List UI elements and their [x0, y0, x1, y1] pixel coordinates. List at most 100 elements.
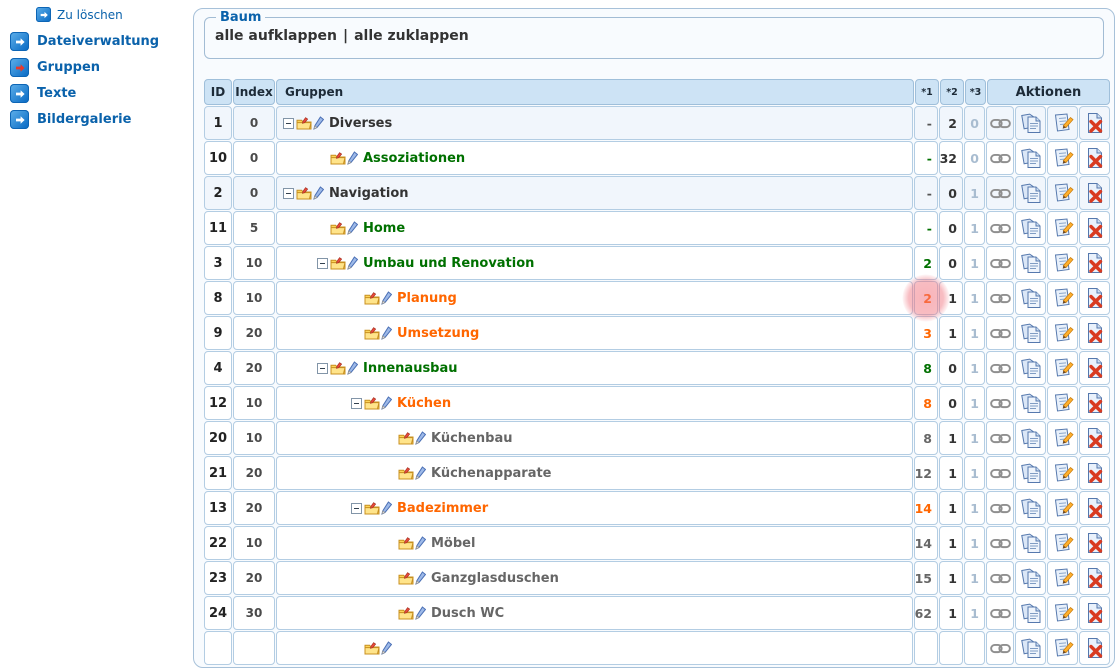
delete-action-button[interactable]: [1079, 421, 1110, 455]
link-action-button[interactable]: [986, 456, 1014, 490]
edit-action-button[interactable]: [1047, 421, 1078, 455]
copy-action-button[interactable]: [1015, 491, 1046, 525]
edit-action-button[interactable]: [1047, 631, 1078, 665]
folder-icon[interactable]: [330, 151, 346, 165]
copy-action-button[interactable]: [1015, 596, 1046, 630]
collapse-toggle-icon[interactable]: [351, 502, 362, 514]
delete-action-button[interactable]: [1079, 491, 1110, 525]
folder-icon[interactable]: [330, 256, 346, 270]
edit-action-button[interactable]: [1047, 316, 1078, 350]
edit-action-button[interactable]: [1047, 106, 1078, 140]
sidebar-item-dateiverwaltung[interactable]: Dateiverwaltung: [10, 32, 159, 51]
link-action-button[interactable]: [986, 596, 1014, 630]
delete-action-button[interactable]: [1079, 351, 1110, 385]
folder-icon[interactable]: [364, 501, 380, 515]
expand-all-link[interactable]: alle aufklappen: [215, 28, 337, 44]
sidebar-item-texte[interactable]: Texte: [10, 84, 76, 103]
pen-icon[interactable]: [381, 291, 392, 305]
copy-action-button[interactable]: [1015, 561, 1046, 595]
group-label[interactable]: Innenausbau: [363, 361, 458, 376]
edit-action-button[interactable]: [1047, 561, 1078, 595]
pen-icon[interactable]: [381, 641, 392, 655]
delete-action-button[interactable]: [1079, 211, 1110, 245]
pen-icon[interactable]: [415, 431, 426, 445]
link-action-button[interactable]: [986, 141, 1014, 175]
group-label[interactable]: Küchenapparate: [431, 466, 552, 481]
edit-action-button[interactable]: [1047, 281, 1078, 315]
pen-icon[interactable]: [313, 116, 324, 130]
group-label[interactable]: Küchen: [397, 396, 451, 411]
link-action-button[interactable]: [986, 386, 1014, 420]
link-action-button[interactable]: [986, 351, 1014, 385]
delete-action-button[interactable]: [1079, 526, 1110, 560]
group-label[interactable]: Möbel: [431, 536, 475, 551]
copy-action-button[interactable]: [1015, 351, 1046, 385]
folder-icon[interactable]: [364, 326, 380, 340]
folder-icon[interactable]: [398, 606, 414, 620]
edit-action-button[interactable]: [1047, 596, 1078, 630]
link-action-button[interactable]: [986, 631, 1014, 665]
link-action-button[interactable]: [986, 561, 1014, 595]
edit-action-button[interactable]: [1047, 246, 1078, 280]
group-label[interactable]: Assoziationen: [363, 151, 465, 166]
link-action-button[interactable]: [986, 106, 1014, 140]
link-action-button[interactable]: [986, 281, 1014, 315]
delete-action-button[interactable]: [1079, 246, 1110, 280]
group-label[interactable]: Planung: [397, 291, 457, 306]
copy-action-button[interactable]: [1015, 631, 1046, 665]
delete-action-button[interactable]: [1079, 176, 1110, 210]
pen-icon[interactable]: [415, 536, 426, 550]
pen-icon[interactable]: [347, 151, 358, 165]
copy-action-button[interactable]: [1015, 246, 1046, 280]
copy-action-button[interactable]: [1015, 141, 1046, 175]
pen-icon[interactable]: [347, 221, 358, 235]
copy-action-button[interactable]: [1015, 526, 1046, 560]
delete-action-button[interactable]: [1079, 456, 1110, 490]
copy-action-button[interactable]: [1015, 386, 1046, 420]
folder-icon[interactable]: [330, 361, 346, 375]
folder-icon[interactable]: [296, 116, 312, 130]
pen-icon[interactable]: [381, 396, 392, 410]
collapse-all-link[interactable]: alle zuklappen: [354, 28, 469, 44]
sidebar-item-bildergalerie[interactable]: Bildergalerie: [10, 110, 131, 129]
folder-icon[interactable]: [364, 291, 380, 305]
edit-action-button[interactable]: [1047, 351, 1078, 385]
group-label[interactable]: Dusch WC: [431, 606, 504, 621]
delete-action-button[interactable]: [1079, 106, 1110, 140]
edit-action-button[interactable]: [1047, 141, 1078, 175]
folder-icon[interactable]: [364, 396, 380, 410]
delete-action-button[interactable]: [1079, 631, 1110, 665]
group-label[interactable]: Küchenbau: [431, 431, 512, 446]
copy-action-button[interactable]: [1015, 456, 1046, 490]
pen-icon[interactable]: [381, 501, 392, 515]
link-action-button[interactable]: [986, 246, 1014, 280]
collapse-toggle-icon[interactable]: [283, 187, 294, 199]
group-label[interactable]: Diverses: [329, 116, 392, 131]
copy-action-button[interactable]: [1015, 316, 1046, 350]
group-label[interactable]: Ganzglasduschen: [431, 571, 559, 586]
link-action-button[interactable]: [986, 526, 1014, 560]
pen-icon[interactable]: [415, 606, 426, 620]
pen-icon[interactable]: [415, 466, 426, 480]
collapse-toggle-icon[interactable]: [351, 397, 362, 409]
edit-action-button[interactable]: [1047, 211, 1078, 245]
collapse-toggle-icon[interactable]: [283, 117, 294, 129]
delete-action-button[interactable]: [1079, 596, 1110, 630]
folder-icon[interactable]: [398, 466, 414, 480]
pen-icon[interactable]: [347, 256, 358, 270]
folder-icon[interactable]: [398, 431, 414, 445]
pen-icon[interactable]: [415, 571, 426, 585]
delete-action-button[interactable]: [1079, 141, 1110, 175]
folder-icon[interactable]: [296, 186, 312, 200]
link-action-button[interactable]: [986, 491, 1014, 525]
folder-icon[interactable]: [330, 221, 346, 235]
group-label[interactable]: Navigation: [329, 186, 409, 201]
copy-action-button[interactable]: [1015, 281, 1046, 315]
copy-action-button[interactable]: [1015, 176, 1046, 210]
delete-action-button[interactable]: [1079, 316, 1110, 350]
collapse-toggle-icon[interactable]: [317, 362, 328, 374]
group-label[interactable]: Badezimmer: [397, 501, 488, 516]
copy-action-button[interactable]: [1015, 211, 1046, 245]
edit-action-button[interactable]: [1047, 526, 1078, 560]
delete-action-button[interactable]: [1079, 386, 1110, 420]
